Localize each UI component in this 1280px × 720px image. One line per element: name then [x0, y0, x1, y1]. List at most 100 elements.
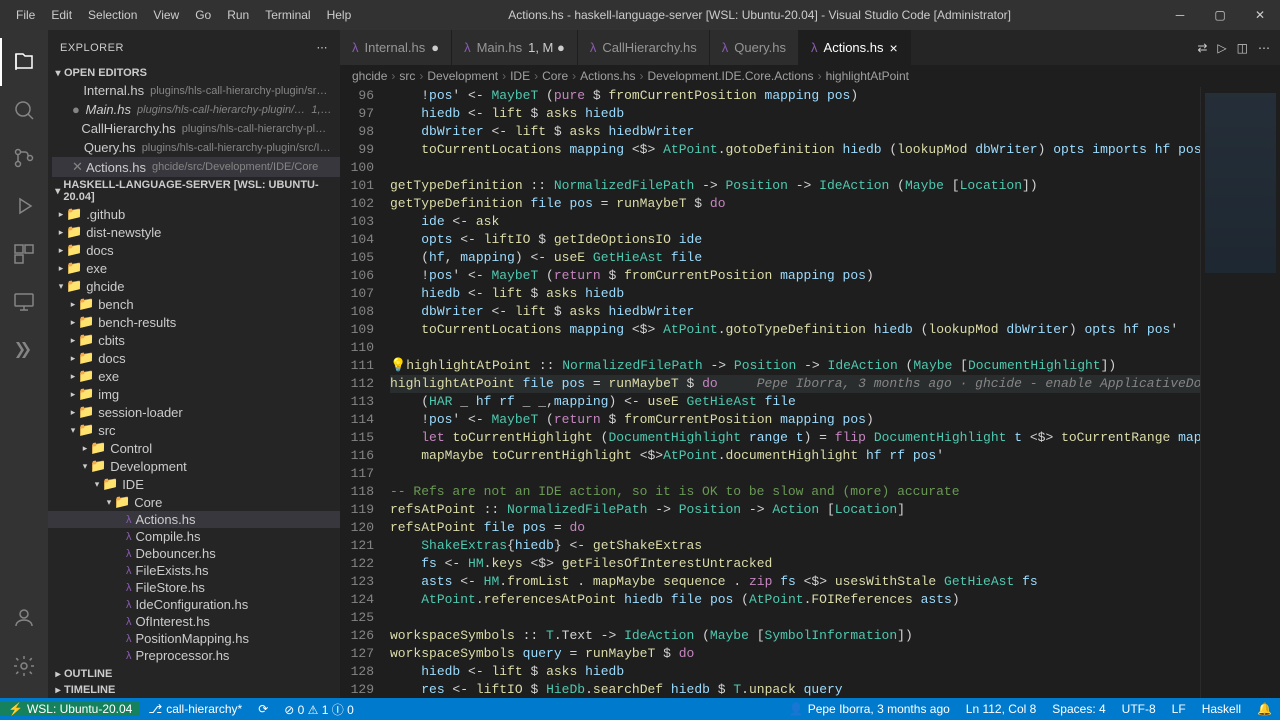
- run-icon[interactable]: ▷: [1217, 41, 1226, 55]
- remote-explorer-icon[interactable]: [0, 278, 48, 326]
- code-line[interactable]: (hf, mapping) <- useE GetHieAst file: [390, 249, 1200, 267]
- code-line[interactable]: let toCurrentHighlight (DocumentHighligh…: [390, 429, 1200, 447]
- open-editor-item[interactable]: Internal.hsplugins/hls-call-hierarchy-pl…: [52, 81, 340, 100]
- explorer-icon[interactable]: [0, 38, 48, 86]
- code-line[interactable]: ide <- ask: [390, 213, 1200, 231]
- code-line[interactable]: ShakeExtras{hiedb} <- getShakeExtras: [390, 537, 1200, 555]
- folder-item[interactable]: ▸📁dist-newstyle: [48, 223, 340, 241]
- split-icon[interactable]: ◫: [1237, 41, 1248, 55]
- breadcrumb-item[interactable]: src: [399, 69, 415, 83]
- open-editors-header[interactable]: ▾OPEN EDITORS: [48, 65, 340, 81]
- compare-icon[interactable]: ⇄: [1197, 41, 1207, 55]
- menu-edit[interactable]: Edit: [43, 4, 80, 26]
- code-line[interactable]: AtPoint.referencesAtPoint hiedb file pos…: [390, 591, 1200, 609]
- folder-item[interactable]: ▸📁Control: [48, 439, 340, 457]
- folder-item[interactable]: ▸📁exe: [48, 259, 340, 277]
- folder-item[interactable]: ▸📁.github: [48, 205, 340, 223]
- code-line[interactable]: 💡highlightAtPoint :: NormalizedFilePath …: [390, 357, 1200, 375]
- git-blame[interactable]: 👤 Pepe Iborra, 3 months ago: [781, 702, 958, 716]
- remote-indicator[interactable]: ⚡ WSL: Ubuntu-20.04: [0, 702, 140, 716]
- file-item[interactable]: λPositionMapping.hs: [48, 630, 340, 647]
- code-line[interactable]: highlightAtPoint file pos = runMaybeT $ …: [390, 375, 1200, 393]
- file-item[interactable]: λFileStore.hs: [48, 579, 340, 596]
- indent[interactable]: Spaces: 4: [1044, 702, 1113, 716]
- settings-icon[interactable]: [0, 642, 48, 690]
- breadcrumb-item[interactable]: ghcide: [352, 69, 387, 83]
- folder-item[interactable]: ▸📁docs: [48, 241, 340, 259]
- editor-tab[interactable]: λMain.hs1, M ●: [452, 30, 578, 65]
- folder-item[interactable]: ▾📁Core: [48, 493, 340, 511]
- code-line[interactable]: opts <- liftIO $ getIdeOptionsIO ide: [390, 231, 1200, 249]
- code-line[interactable]: [390, 159, 1200, 177]
- file-item[interactable]: λActions.hs: [48, 511, 340, 528]
- open-editor-item[interactable]: ●Main.hsplugins/hls-call-hierarchy-plugi…: [52, 100, 340, 119]
- file-item[interactable]: λOfInterest.hs: [48, 613, 340, 630]
- folder-item[interactable]: ▸📁bench-results: [48, 313, 340, 331]
- code-line[interactable]: toCurrentLocations mapping <$> AtPoint.g…: [390, 141, 1200, 159]
- file-item[interactable]: λFileExists.hs: [48, 562, 340, 579]
- open-editor-item[interactable]: ✕Actions.hsghcide/src/Development/IDE/Co…: [52, 157, 340, 177]
- editor-tab[interactable]: λCallHierarchy.hs: [578, 30, 710, 65]
- folder-item[interactable]: ▸📁exe: [48, 367, 340, 385]
- breadcrumb-item[interactable]: Development: [427, 69, 498, 83]
- file-item[interactable]: λPreprocessor.hs: [48, 647, 340, 664]
- file-item[interactable]: λDebouncer.hs: [48, 545, 340, 562]
- debug-icon[interactable]: [0, 182, 48, 230]
- folder-item[interactable]: ▾📁Development: [48, 457, 340, 475]
- notifications-icon[interactable]: 🔔: [1249, 702, 1280, 716]
- code-line[interactable]: toCurrentLocations mapping <$> AtPoint.g…: [390, 321, 1200, 339]
- folder-item[interactable]: ▸📁cbits: [48, 331, 340, 349]
- folder-item[interactable]: ▾📁ghcide: [48, 277, 340, 295]
- timeline-header[interactable]: ▸TIMELINE: [48, 682, 340, 698]
- code-line[interactable]: getTypeDefinition file pos = runMaybeT $…: [390, 195, 1200, 213]
- search-icon[interactable]: [0, 86, 48, 134]
- workspace-header[interactable]: ▾HASKELL-LANGUAGE-SERVER [WSL: UBUNTU-20…: [48, 177, 340, 205]
- code-line[interactable]: !pos' <- MaybeT (return $ fromCurrentPos…: [390, 267, 1200, 285]
- file-item[interactable]: λIdeConfiguration.hs: [48, 596, 340, 613]
- breadcrumb-item[interactable]: Actions.hs: [580, 69, 635, 83]
- account-icon[interactable]: [0, 594, 48, 642]
- git-branch[interactable]: ⎇ call-hierarchy*: [140, 702, 250, 716]
- close-button[interactable]: ✕: [1240, 0, 1280, 30]
- breadcrumb-item[interactable]: highlightAtPoint: [826, 69, 909, 83]
- outline-header[interactable]: ▸OUTLINE: [48, 666, 340, 682]
- menu-terminal[interactable]: Terminal: [257, 4, 318, 26]
- open-editor-item[interactable]: CallHierarchy.hsplugins/hls-call-hierarc…: [52, 119, 340, 138]
- code-line[interactable]: res <- liftIO $ HieDb.searchDef hiedb $ …: [390, 681, 1200, 698]
- code-line[interactable]: [390, 609, 1200, 627]
- code-line[interactable]: getTypeDefinition :: NormalizedFilePath …: [390, 177, 1200, 195]
- folder-item[interactable]: ▾📁IDE: [48, 475, 340, 493]
- code-line[interactable]: !pos' <- MaybeT (return $ fromCurrentPos…: [390, 411, 1200, 429]
- code-line[interactable]: hiedb <- lift $ asks hiedb: [390, 105, 1200, 123]
- menu-run[interactable]: Run: [219, 4, 257, 26]
- maximize-button[interactable]: ▢: [1200, 0, 1240, 30]
- code-line[interactable]: hiedb <- lift $ asks hiedb: [390, 285, 1200, 303]
- folder-item[interactable]: ▸📁img: [48, 385, 340, 403]
- haskell-icon[interactable]: [0, 326, 48, 374]
- extensions-icon[interactable]: [0, 230, 48, 278]
- menu-file[interactable]: File: [8, 4, 43, 26]
- language-mode[interactable]: Haskell: [1194, 702, 1249, 716]
- problems-status[interactable]: ⊘ 0 ⚠ 1 Ⓘ 0: [276, 701, 362, 718]
- code-line[interactable]: (HAR _ hf rf _ _,mapping) <- useE GetHie…: [390, 393, 1200, 411]
- sync-button[interactable]: ⟳: [250, 702, 276, 716]
- more-actions-icon[interactable]: ⋯: [1258, 41, 1270, 55]
- code-line[interactable]: mapMaybe toCurrentHighlight <$>AtPoint.d…: [390, 447, 1200, 465]
- folder-item[interactable]: ▸📁docs: [48, 349, 340, 367]
- code-line[interactable]: !pos' <- MaybeT (pure $ fromCurrentPosit…: [390, 87, 1200, 105]
- encoding[interactable]: UTF-8: [1114, 702, 1164, 716]
- code-line[interactable]: [390, 465, 1200, 483]
- breadcrumb[interactable]: ghcide›src›Development›IDE›Core›Actions.…: [340, 65, 1280, 87]
- code-line[interactable]: hiedb <- lift $ asks hiedb: [390, 663, 1200, 681]
- code-line[interactable]: dbWriter <- lift $ asks hiedbWriter: [390, 303, 1200, 321]
- minimap[interactable]: [1200, 87, 1280, 698]
- menu-go[interactable]: Go: [187, 4, 219, 26]
- code-line[interactable]: refsAtPoint file pos = do: [390, 519, 1200, 537]
- minimize-button[interactable]: ─: [1160, 0, 1200, 30]
- folder-item[interactable]: ▸📁bench: [48, 295, 340, 313]
- editor-tab[interactable]: λInternal.hs●: [340, 30, 452, 65]
- code-line[interactable]: asts <- HM.fromList . mapMaybe sequence …: [390, 573, 1200, 591]
- file-item[interactable]: λCompile.hs: [48, 528, 340, 545]
- folder-item[interactable]: ▸📁session-loader: [48, 403, 340, 421]
- cursor-position[interactable]: Ln 112, Col 8: [958, 702, 1045, 716]
